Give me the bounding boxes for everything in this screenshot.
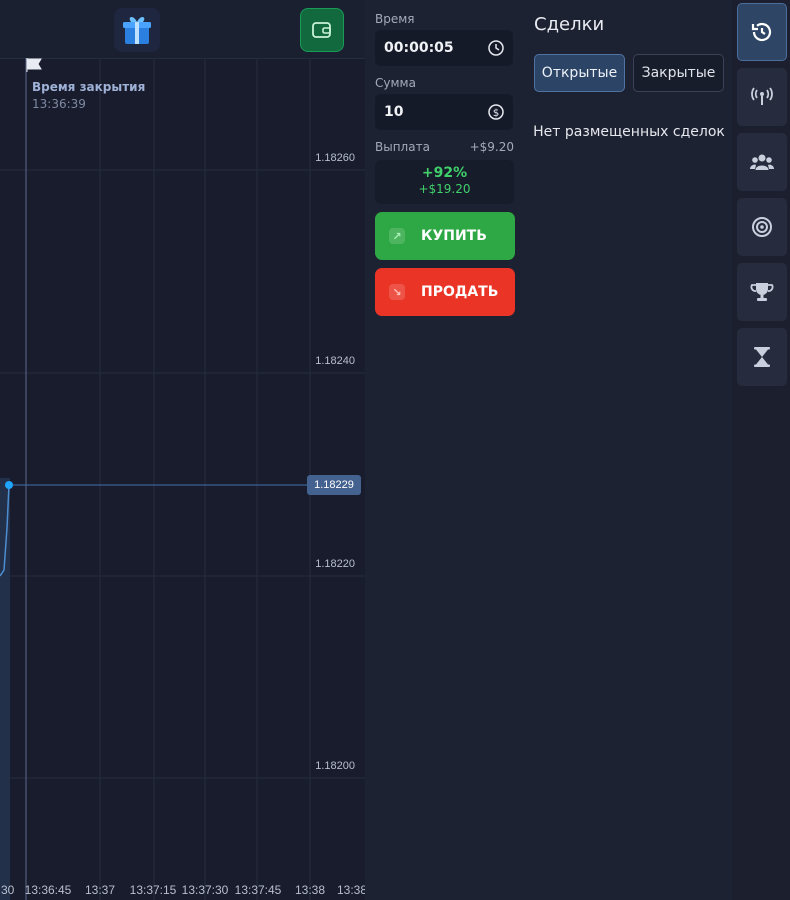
amount-field[interactable]: 10 $: [375, 94, 513, 130]
wallet-button[interactable]: [300, 8, 344, 52]
price-axis-label: 1.18200: [315, 760, 355, 772]
sell-label: ПРОДАТЬ: [421, 284, 499, 300]
target-icon: [752, 217, 772, 237]
tab-closed-deals[interactable]: Закрытые: [633, 54, 724, 92]
buy-label: КУПИТЬ: [421, 228, 487, 244]
sidebar-item-tournaments[interactable]: [737, 263, 787, 321]
trophy-icon: [750, 283, 774, 301]
close-time-title: Время закрытия: [32, 80, 146, 94]
payout-total: +$19.20: [418, 182, 471, 196]
payout-row: Выплата +$9.20: [375, 140, 514, 154]
payout-percent: +92%: [421, 165, 468, 181]
time-axis-label: 13:38: [294, 883, 326, 897]
chart-topbar: [0, 0, 365, 59]
amount-label: Сумма: [375, 76, 416, 90]
payout-box: +92% +$19.20: [375, 160, 514, 204]
close-time-value: 13:36:39: [32, 97, 86, 111]
gift-icon: [123, 17, 151, 44]
empty-deals-message: Нет размещенных сделок: [533, 124, 725, 140]
hourglass-icon: [754, 347, 770, 367]
clock-icon[interactable]: [488, 40, 504, 56]
time-axis-label: 13:38: [336, 883, 365, 897]
gift-button[interactable]: [114, 8, 160, 52]
arrow-down-right-icon: ↘: [389, 284, 405, 300]
current-price-dot: [5, 481, 13, 489]
deals-title: Сделки: [534, 14, 605, 35]
signal-icon: [751, 87, 773, 105]
history-icon: [751, 22, 772, 42]
tab-open-deals[interactable]: Открытые: [534, 54, 625, 92]
current-price-tag: 1.18229: [307, 475, 361, 495]
sidebar-item-target[interactable]: [737, 198, 787, 256]
buy-button[interactable]: ↗ КУПИТЬ: [375, 212, 515, 260]
sell-button[interactable]: ↘ ПРОДАТЬ: [375, 268, 515, 316]
time-axis-label: 13:37: [84, 883, 116, 897]
right-sidebar: [732, 0, 790, 900]
sidebar-item-pending[interactable]: [737, 328, 787, 386]
time-axis-label: 13:36:45: [24, 883, 72, 897]
time-axis-label: 13:37:30: [181, 883, 229, 897]
area-fill: [0, 478, 10, 900]
amount-value: 10: [384, 104, 404, 120]
sidebar-item-signals[interactable]: [737, 68, 787, 126]
time-value: 00:00:05: [384, 40, 454, 56]
social-icon: [750, 154, 774, 170]
deals-panel: Сделки Открытые Закрытые Нет размещенных…: [522, 0, 732, 900]
time-label: Время: [375, 12, 415, 26]
time-axis-label: 13:37:45: [234, 883, 282, 897]
sidebar-item-social[interactable]: [737, 133, 787, 191]
finish-flag-icon: [26, 58, 42, 72]
price-axis-label: 1.18260: [315, 152, 355, 164]
dollar-icon[interactable]: $: [488, 104, 504, 120]
sidebar-item-history[interactable]: [737, 3, 787, 61]
svg-text:$: $: [493, 108, 499, 119]
wallet-icon: [312, 22, 331, 38]
payout-label: Выплата: [375, 140, 430, 154]
price-axis-label: 1.18240: [315, 355, 355, 367]
trade-panel: Время 00:00:05 Сумма 10 $ Выплата +$9.20…: [365, 0, 522, 900]
payout-profit: +$9.20: [469, 140, 514, 154]
time-axis-label: :30: [0, 883, 15, 897]
time-axis-label: 13:37:15: [129, 883, 177, 897]
price-axis-label: 1.18220: [315, 558, 355, 570]
arrow-up-right-icon: ↗: [389, 228, 405, 244]
time-field[interactable]: 00:00:05: [375, 30, 513, 66]
price-chart[interactable]: Время закрытия 13:36:39 1.18260 1.18240 …: [0, 0, 365, 900]
